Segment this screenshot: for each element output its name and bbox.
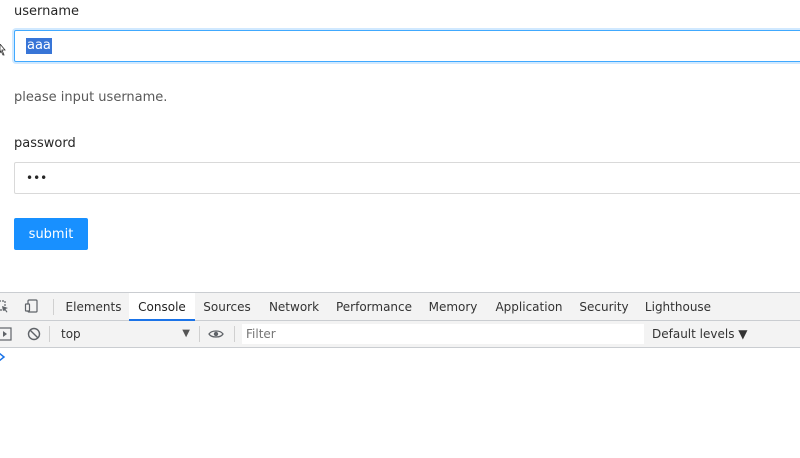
username-help-text: please input username. [14,90,168,105]
show-sidebar-icon[interactable] [0,326,13,342]
page: username aaa please input username. pass… [0,0,800,458]
username-input[interactable]: aaa [14,30,800,62]
mouse-cursor-icon [0,44,6,56]
device-toolbar-icon[interactable] [24,298,40,314]
live-expression-eye-icon[interactable] [208,326,224,342]
login-form: username aaa please input username. pass… [0,0,800,292]
toolbar-divider [199,326,200,342]
username-selected-text: aaa [26,38,52,54]
log-levels-dropdown[interactable]: Default levels ▼ [652,324,748,344]
tab-console[interactable]: Console [129,293,195,321]
password-label: password [14,136,76,151]
toolbar-divider [49,326,50,342]
devtools-panel: Elements Console Sources Network Perform… [0,292,800,458]
dropdown-arrow-icon: ▼ [182,328,190,339]
tabbar-divider [53,299,54,315]
tab-lighthouse[interactable]: Lighthouse [639,293,717,320]
context-selector[interactable]: top ▼ [56,324,192,344]
context-value: top [61,327,81,341]
password-masked-value: ••• [26,171,48,185]
tab-network[interactable]: Network [262,293,326,320]
submit-button[interactable]: submit [14,218,88,250]
username-label: username [14,4,79,19]
console-prompt-chevron-icon [0,352,6,362]
devtools-tabbar: Elements Console Sources Network Perform… [0,293,800,321]
toolbar-divider [234,326,235,342]
inspect-element-icon[interactable] [0,298,10,314]
tab-elements[interactable]: Elements [60,293,127,320]
console-toolbar: top ▼ Default levels ▼ [0,321,800,348]
console-output[interactable] [0,348,800,458]
tab-application[interactable]: Application [489,293,569,320]
clear-console-icon[interactable] [26,326,42,342]
tab-security[interactable]: Security [575,293,633,320]
console-filter-input[interactable] [242,324,644,344]
tab-memory[interactable]: Memory [423,293,483,320]
tab-performance[interactable]: Performance [331,293,417,320]
tab-sources[interactable]: Sources [197,293,257,320]
password-input[interactable]: ••• [14,162,800,194]
